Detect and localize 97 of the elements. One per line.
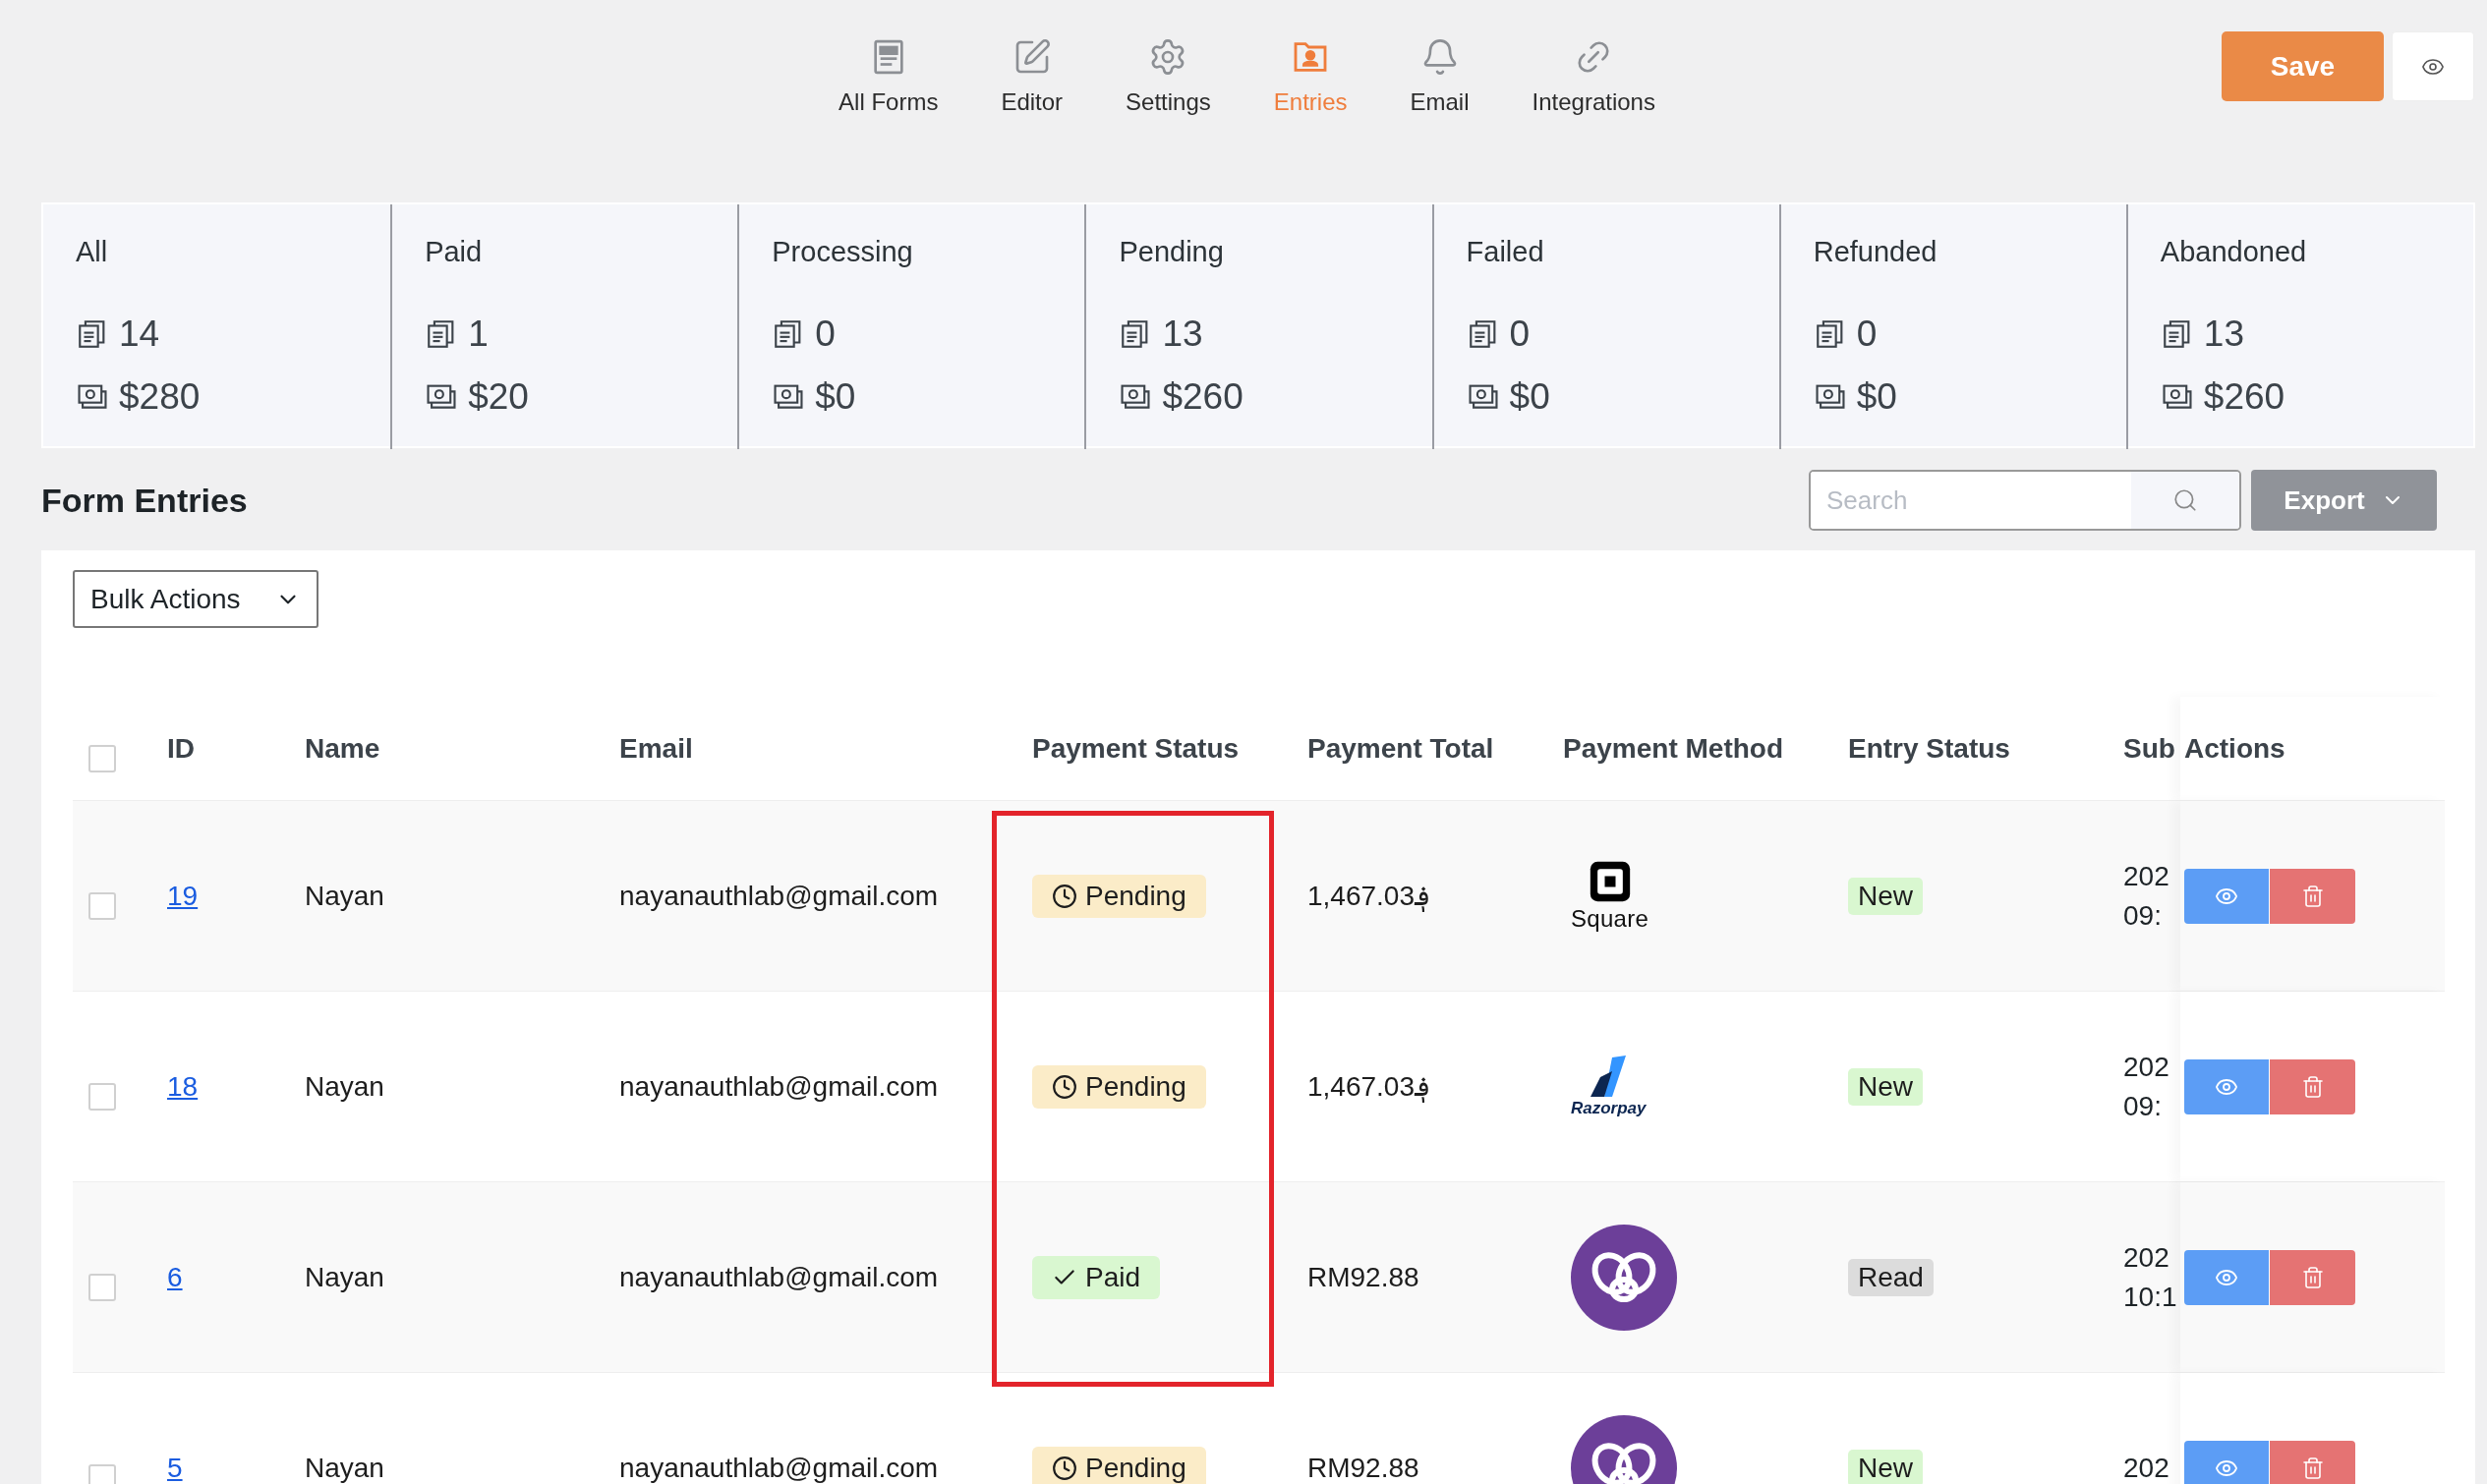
submitted-date-text: 202 xyxy=(2123,860,2170,892)
entry-id-link[interactable]: 6 xyxy=(167,1261,183,1292)
nav-tab[interactable]: Settings xyxy=(1126,37,1211,116)
payment-total-cell: 1,467.03؋ xyxy=(1307,1071,1430,1102)
entry-id-link[interactable]: 5 xyxy=(167,1452,183,1483)
method-label: Square xyxy=(1571,904,1649,933)
column-header: Payment Method xyxy=(1563,732,1785,765)
column-header: Entry Status xyxy=(1848,732,2011,765)
column-header: Payment Status xyxy=(1032,732,1241,765)
payment-total-cell: RM92.88 xyxy=(1307,1261,1419,1292)
column-header: Name xyxy=(305,732,381,765)
payment-status-badge: Pending xyxy=(1032,1446,1206,1484)
payment-status-badge: Paid xyxy=(1032,1255,1161,1299)
name-cell: Nayan xyxy=(305,880,384,911)
stat-amount: $0 xyxy=(1509,376,1550,418)
square-logo-icon xyxy=(1588,859,1632,903)
column-header: Actions xyxy=(2184,732,2285,765)
stat-label: All xyxy=(76,236,109,268)
trash-icon xyxy=(2300,1455,2325,1480)
stat-count: 13 xyxy=(1162,314,1203,355)
stat-label: Failed xyxy=(1466,236,1545,268)
stat-amount: $260 xyxy=(1162,376,1244,418)
stat-amount: $20 xyxy=(468,376,529,418)
view-button[interactable] xyxy=(2184,1440,2270,1484)
name-cell: Nayan xyxy=(305,1452,384,1483)
trash-icon xyxy=(2300,884,2325,908)
preview-button[interactable] xyxy=(2392,31,2474,101)
submitted-date-text: 202 xyxy=(2123,1051,2170,1083)
payment-total-cell: RM92.88 xyxy=(1307,1452,1419,1483)
trash-icon xyxy=(2300,1265,2325,1289)
stat-count: 0 xyxy=(1856,314,1878,355)
nav-tab[interactable]: Editor xyxy=(1001,37,1064,116)
stat-label: Refunded xyxy=(1813,236,1938,268)
stat-amount: $280 xyxy=(119,376,201,418)
delete-button[interactable] xyxy=(2270,1058,2355,1114)
razorpay-logo-icon xyxy=(1589,1055,1629,1097)
entry-status-badge: New xyxy=(1848,877,1923,915)
stat-label: Paid xyxy=(425,236,484,268)
submitted-date-text: 10:1 xyxy=(2123,1281,2178,1313)
entry-id-link[interactable]: 18 xyxy=(167,1070,199,1102)
column-header: Sub xyxy=(2123,732,2176,765)
entry-status-badge: Read xyxy=(1848,1258,1934,1296)
email-cell: nayanauthlab@gmail.com xyxy=(619,1070,939,1102)
bulk-actions-select[interactable]: Bulk Actions xyxy=(73,570,318,628)
payment-total-cell: 1,467.03؋ xyxy=(1307,881,1430,911)
nav-tab[interactable]: Integrations xyxy=(1532,37,1655,116)
stat-count: 0 xyxy=(815,314,836,355)
row-checkbox[interactable] xyxy=(88,1273,116,1301)
delete-button[interactable] xyxy=(2270,1440,2355,1484)
stat-amount: $0 xyxy=(815,376,856,418)
delete-button[interactable] xyxy=(2270,1249,2355,1305)
payment-status-badge: Pending xyxy=(1032,1064,1206,1109)
view-button[interactable] xyxy=(2184,1249,2270,1305)
name-cell: Nayan xyxy=(305,1070,384,1102)
delete-button[interactable] xyxy=(2270,868,2355,924)
entry-id-link[interactable]: 19 xyxy=(167,880,199,911)
payment-logo-icon xyxy=(1571,1224,1677,1331)
clock-icon xyxy=(1052,883,1077,909)
payment-status-badge: Pending xyxy=(1032,874,1206,918)
view-button[interactable] xyxy=(2184,868,2270,924)
select-all-checkbox[interactable] xyxy=(88,744,116,772)
section-title: Form Entries xyxy=(41,481,248,520)
entry-status-badge: New xyxy=(1848,1067,1923,1106)
clock-icon xyxy=(1052,1455,1077,1481)
row-checkbox[interactable] xyxy=(88,1463,116,1484)
stat-label: Pending xyxy=(1119,236,1225,268)
row-checkbox[interactable] xyxy=(88,891,116,920)
name-cell: Nayan xyxy=(305,1261,384,1292)
column-header: ID xyxy=(167,732,196,765)
email-cell: nayanauthlab@gmail.com xyxy=(619,880,939,911)
search-field[interactable]: Search xyxy=(1809,470,2241,531)
stat-count: 0 xyxy=(1509,314,1531,355)
stat-count: 1 xyxy=(468,314,489,355)
submitted-date-text: 202 xyxy=(2123,1452,2170,1484)
nav-tab[interactable]: Email xyxy=(1410,37,1470,116)
nav-tab[interactable]: All Forms xyxy=(839,37,939,116)
entry-status-badge: New xyxy=(1848,1449,1923,1484)
email-cell: nayanauthlab@gmail.com xyxy=(619,1452,939,1483)
column-header: Email xyxy=(619,732,694,765)
stat-amount: $260 xyxy=(2203,376,2285,418)
search-icon xyxy=(2172,487,2198,513)
view-button[interactable] xyxy=(2184,1058,2270,1114)
email-cell: nayanauthlab@gmail.com xyxy=(619,1261,939,1292)
stat-amount: $0 xyxy=(1856,376,1897,418)
method-label: Razorpay xyxy=(1571,1098,1647,1118)
stat-count: 13 xyxy=(2203,314,2244,355)
stat-count: 14 xyxy=(119,314,160,355)
stat-label: Processing xyxy=(772,236,914,268)
submitted-date-text: 09: xyxy=(2123,899,2163,932)
submitted-date-text: 09: xyxy=(2123,1090,2163,1122)
trash-icon xyxy=(2300,1074,2325,1099)
stat-label: Abandoned xyxy=(2160,236,2308,268)
row-checkbox[interactable] xyxy=(88,1082,116,1111)
clock-icon xyxy=(1052,1073,1077,1100)
export-button[interactable]: Export xyxy=(2251,470,2437,531)
column-header: Payment Total xyxy=(1307,732,1495,765)
submitted-date-text: 202 xyxy=(2123,1241,2170,1274)
